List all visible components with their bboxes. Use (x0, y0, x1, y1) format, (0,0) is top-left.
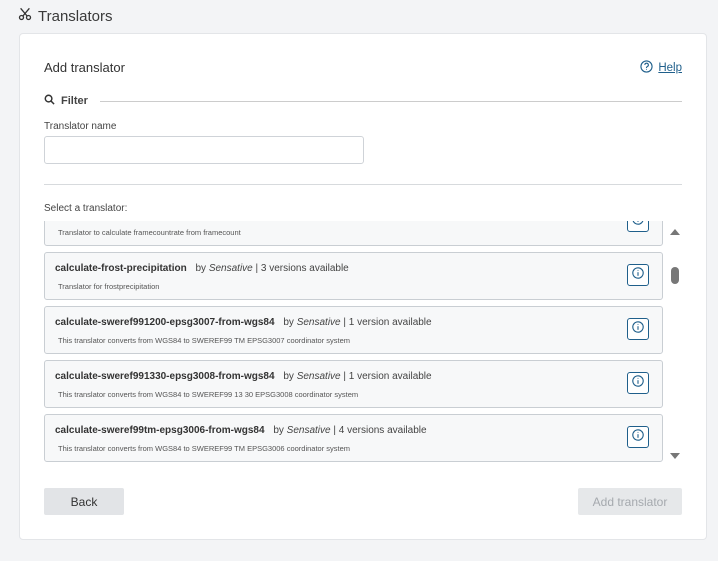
filter-label: Filter (61, 95, 88, 107)
section-divider (44, 184, 682, 185)
by-prefix: by (283, 317, 294, 328)
translator-description: This translator converts from WGS84 to S… (58, 336, 351, 345)
info-button[interactable] (627, 318, 649, 340)
translator-list[interactable]: Translator to calculate framecountrate f… (44, 221, 664, 464)
add-translator-button[interactable]: Add translator (578, 488, 682, 515)
translator-versions: | 3 versions available (255, 263, 349, 274)
add-translator-card: Add translator Help Filter Translator na… (19, 33, 707, 540)
info-button[interactable] (627, 221, 649, 232)
translator-name: calculate-frost-precipitation (55, 263, 187, 274)
info-button[interactable] (627, 372, 649, 394)
page-header: Translators (18, 6, 112, 26)
info-button[interactable] (627, 264, 649, 286)
translator-versions: | 4 versions available (333, 425, 427, 436)
translator-description: This translator converts from WGS84 to S… (58, 390, 359, 399)
scroll-down-arrow[interactable] (670, 453, 680, 459)
translator-description: Translator to calculate framecountrate f… (58, 228, 241, 237)
page-title: Translators (38, 7, 113, 25)
translator-name-label: Translator name (44, 121, 117, 132)
translator-versions: | 1 version available (343, 317, 432, 328)
translator-author: Sensative (296, 371, 341, 382)
scissors-icon (18, 7, 32, 25)
help-link[interactable]: Help (640, 60, 682, 76)
by-prefix: by (273, 425, 284, 436)
info-icon (632, 266, 644, 284)
translator-author: Sensative (208, 263, 253, 274)
info-button[interactable] (627, 426, 649, 448)
info-icon (632, 374, 644, 392)
card-title: Add translator (44, 60, 125, 75)
translator-author: Sensative (286, 425, 331, 436)
translator-item[interactable]: calculate-sweref991200-epsg3007-from-wgs… (44, 306, 663, 354)
translator-name: calculate-sweref991200-epsg3007-from-wgs… (55, 317, 275, 328)
translator-name: calculate-sweref991330-epsg3008-from-wgs… (55, 371, 275, 382)
by-prefix: by (195, 263, 207, 274)
translator-author: Sensative (296, 317, 341, 328)
translator-item[interactable]: calculate-sweref99tm-epsg3006-from-wgs84… (44, 414, 663, 462)
scroll-up-arrow[interactable] (670, 229, 680, 235)
filter-divider (99, 100, 682, 102)
select-translator-label: Select a translator: (44, 203, 128, 214)
scrollbar-thumb[interactable] (671, 267, 679, 284)
search-icon (44, 92, 55, 110)
translator-description: Translator for frostprecipitation (58, 282, 160, 291)
info-icon (632, 320, 644, 338)
help-icon (640, 60, 653, 76)
translator-description: This translator converts from WGS84 to S… (58, 444, 351, 453)
info-icon (632, 221, 644, 230)
translator-versions: | 1 version available (343, 371, 432, 382)
help-label: Help (658, 62, 682, 74)
back-button[interactable]: Back (44, 488, 124, 515)
info-icon (632, 428, 644, 446)
translator-item[interactable]: calculate-frost-precipitation by Sensati… (44, 252, 663, 300)
by-prefix: by (283, 371, 294, 382)
translator-item[interactable]: Translator to calculate framecountrate f… (44, 221, 663, 246)
translator-item[interactable]: calculate-sweref991330-epsg3008-from-wgs… (44, 360, 663, 408)
translator-name: calculate-sweref99tm-epsg3006-from-wgs84 (55, 425, 265, 436)
translator-name-input[interactable] (44, 136, 364, 164)
filter-section-header[interactable]: Filter (44, 94, 682, 108)
